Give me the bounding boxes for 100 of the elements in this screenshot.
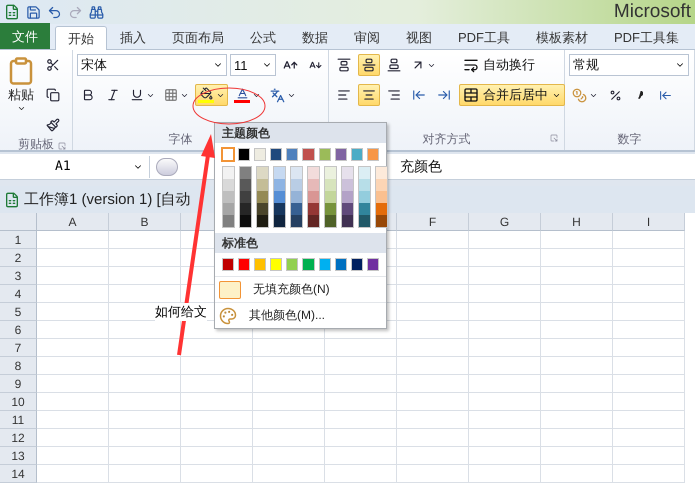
color-swatch[interactable] <box>238 148 250 161</box>
color-swatch[interactable] <box>342 167 353 179</box>
color-swatch[interactable] <box>308 191 319 203</box>
color-swatch[interactable] <box>274 179 285 191</box>
color-swatch[interactable] <box>318 258 331 271</box>
dialog-launcher-icon[interactable] <box>58 142 66 150</box>
color-swatch[interactable] <box>376 215 387 227</box>
color-swatch[interactable] <box>302 258 315 271</box>
color-swatch[interactable] <box>291 203 302 215</box>
color-swatch[interactable] <box>270 258 282 271</box>
row-header[interactable]: 9 <box>0 375 37 393</box>
merge-center-button[interactable]: 合并后居中 <box>459 84 565 106</box>
row-header[interactable]: 1 <box>0 231 37 249</box>
horizontal-align-button[interactable] <box>358 84 380 106</box>
number-format-field[interactable]: 常规 <box>569 54 689 76</box>
row-header[interactable]: 4 <box>0 285 37 303</box>
color-swatch[interactable] <box>270 148 282 161</box>
no-fill-menu-item[interactable]: 无填充颜色(N) <box>215 276 386 302</box>
color-swatch[interactable] <box>366 258 379 271</box>
vertical-align-button[interactable] <box>358 54 380 76</box>
color-swatch[interactable] <box>257 179 268 191</box>
column-header[interactable]: I <box>613 213 685 231</box>
color-swatch[interactable] <box>308 215 319 227</box>
color-swatch[interactable] <box>274 191 285 203</box>
color-swatch[interactable] <box>376 191 387 203</box>
color-swatch[interactable] <box>240 203 251 215</box>
row-header[interactable]: 12 <box>0 429 37 447</box>
row-header[interactable]: 6 <box>0 321 37 339</box>
font-name-field[interactable]: 宋体 <box>77 54 227 76</box>
wrap-text-button[interactable]: 自动换行 <box>459 54 565 76</box>
row-header[interactable]: 10 <box>0 393 37 411</box>
color-swatch[interactable] <box>274 215 285 227</box>
color-swatch[interactable] <box>274 167 285 179</box>
color-swatch[interactable] <box>350 258 363 271</box>
column-header[interactable]: B <box>109 213 181 231</box>
color-swatch[interactable] <box>342 191 353 203</box>
undo-button[interactable] <box>47 4 62 20</box>
color-swatch[interactable] <box>325 167 336 179</box>
color-swatch[interactable] <box>291 215 302 227</box>
color-swatch[interactable] <box>359 215 370 227</box>
color-swatch[interactable] <box>240 167 251 179</box>
ribbon-tab[interactable]: 开始 <box>55 26 107 50</box>
color-swatch[interactable] <box>350 148 363 161</box>
ribbon-tab[interactable]: 插入 <box>107 25 159 49</box>
column-header[interactable]: F <box>397 213 469 231</box>
color-swatch[interactable] <box>359 191 370 203</box>
color-swatch[interactable] <box>376 179 387 191</box>
color-swatch[interactable] <box>342 179 353 191</box>
color-swatch[interactable] <box>257 167 268 179</box>
color-swatch[interactable] <box>334 148 347 161</box>
color-swatch[interactable] <box>342 203 353 215</box>
name-box[interactable]: A1 <box>0 156 150 178</box>
color-swatch[interactable] <box>376 203 387 215</box>
row-header[interactable]: 5 <box>0 303 37 321</box>
color-swatch[interactable] <box>359 179 370 191</box>
color-swatch[interactable] <box>325 215 336 227</box>
color-swatch[interactable] <box>222 258 234 271</box>
color-swatch[interactable] <box>257 203 268 215</box>
color-swatch[interactable] <box>308 179 319 191</box>
splitter-handle[interactable] <box>156 158 178 176</box>
row-header[interactable]: 13 <box>0 447 37 465</box>
color-swatch[interactable] <box>325 179 336 191</box>
color-swatch[interactable] <box>318 148 331 161</box>
column-header[interactable]: G <box>469 213 541 231</box>
color-swatch[interactable] <box>223 167 234 179</box>
ribbon-tab[interactable]: 审阅 <box>341 25 393 49</box>
color-swatch[interactable] <box>291 191 302 203</box>
color-swatch[interactable] <box>254 148 266 161</box>
color-swatch[interactable] <box>359 167 370 179</box>
paste-button[interactable]: 粘贴 <box>4 54 38 136</box>
color-swatch[interactable] <box>223 215 234 227</box>
color-swatch[interactable] <box>223 179 234 191</box>
row-header[interactable]: 14 <box>0 465 37 483</box>
color-swatch[interactable] <box>359 203 370 215</box>
color-swatch[interactable] <box>257 191 268 203</box>
file-tab[interactable]: 文件 <box>0 23 50 49</box>
color-swatch[interactable] <box>334 258 347 271</box>
ribbon-tab[interactable]: 数据 <box>289 25 341 49</box>
select-all-button[interactable] <box>0 213 37 231</box>
column-header[interactable]: A <box>37 213 109 231</box>
dialog-launcher-icon[interactable] <box>550 134 558 142</box>
color-swatch[interactable] <box>222 148 234 161</box>
find-button[interactable] <box>89 4 104 20</box>
font-size-field[interactable]: 11 <box>230 54 276 76</box>
color-swatch[interactable] <box>342 215 353 227</box>
color-swatch[interactable] <box>308 167 319 179</box>
color-swatch[interactable] <box>240 215 251 227</box>
color-swatch[interactable] <box>254 258 266 271</box>
row-header[interactable]: 11 <box>0 411 37 429</box>
fill-color-button[interactable] <box>195 84 228 106</box>
ribbon-tab[interactable]: PDF工具集 <box>601 25 692 49</box>
color-swatch[interactable] <box>240 179 251 191</box>
row-header[interactable]: 2 <box>0 249 37 267</box>
color-swatch[interactable] <box>286 258 298 271</box>
color-swatch[interactable] <box>325 203 336 215</box>
color-swatch[interactable] <box>325 191 336 203</box>
color-swatch[interactable] <box>376 167 387 179</box>
color-swatch[interactable] <box>240 191 251 203</box>
color-swatch[interactable] <box>286 148 298 161</box>
color-swatch[interactable] <box>302 148 315 161</box>
